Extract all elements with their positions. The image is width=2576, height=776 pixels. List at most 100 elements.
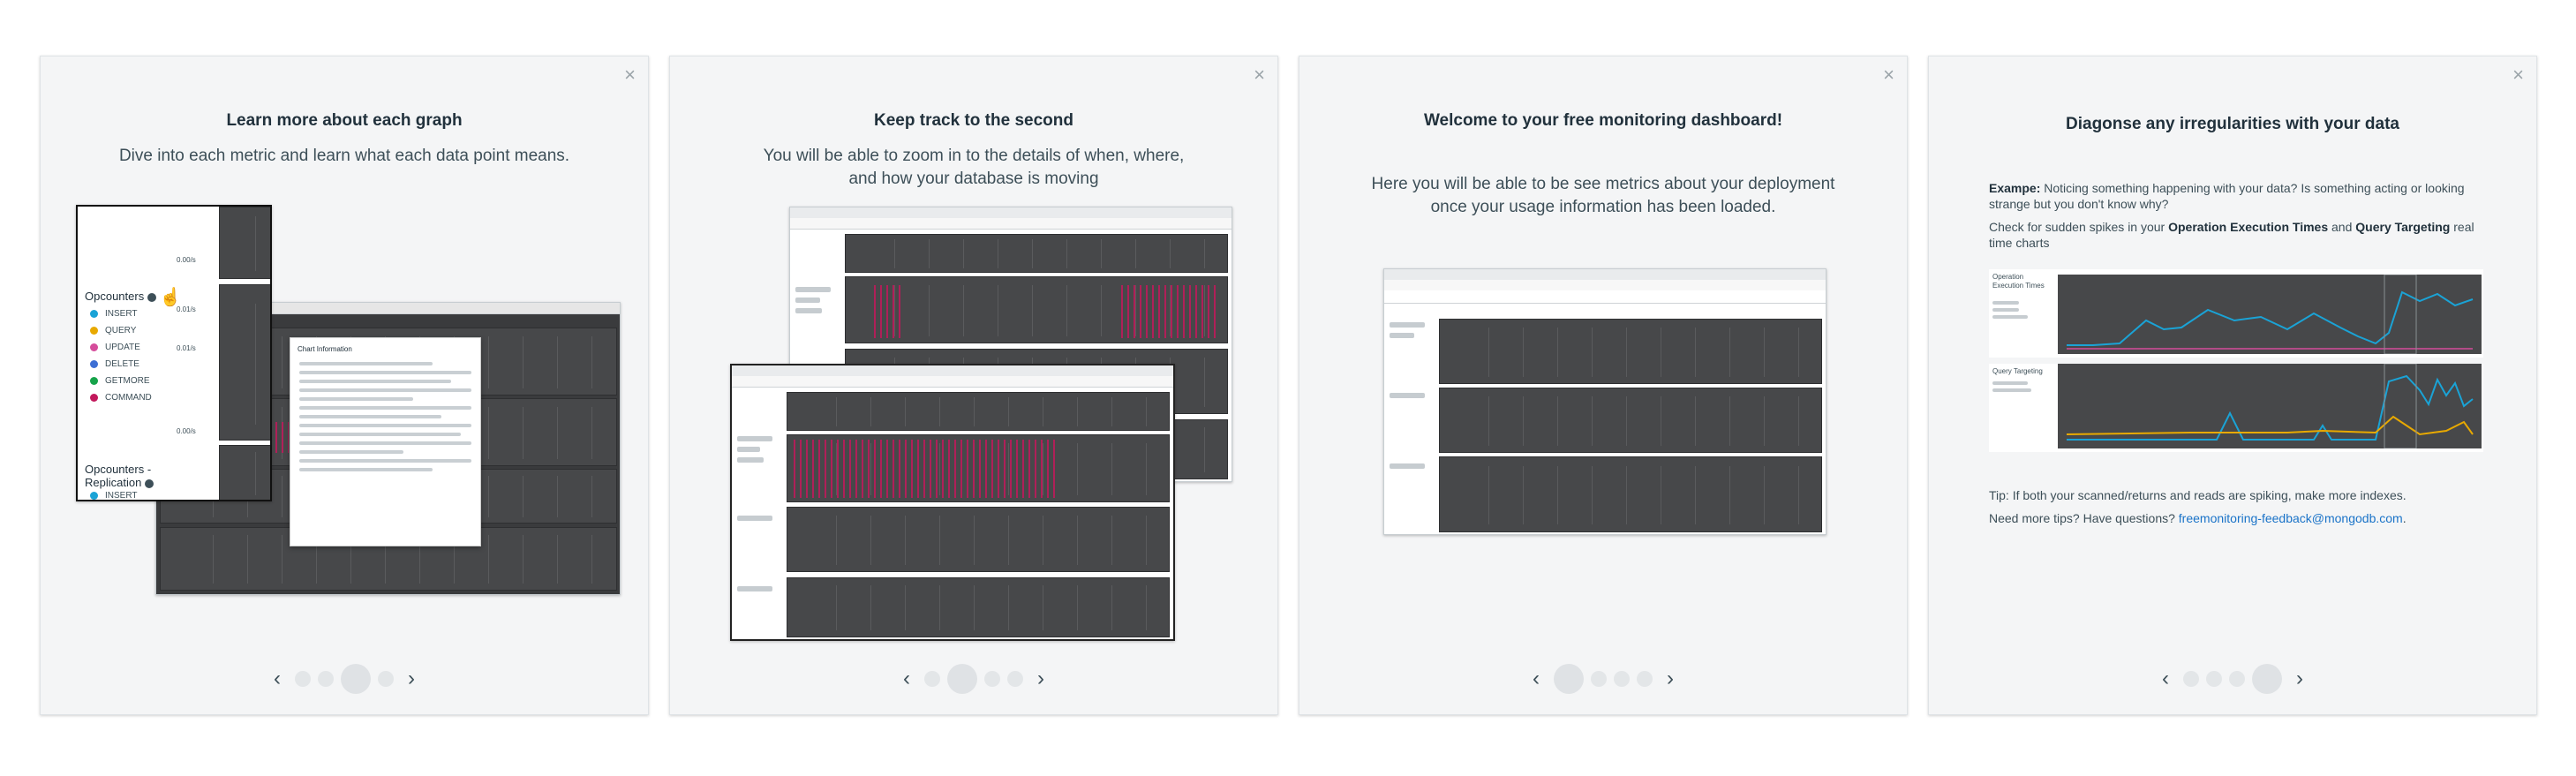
- pager-dot-active[interactable]: [341, 664, 371, 694]
- info-text-line: [299, 424, 471, 427]
- chevron-left-icon[interactable]: ‹: [267, 667, 288, 691]
- chart-panel: [1439, 388, 1822, 453]
- info-text-line: [299, 468, 433, 471]
- pager-dot-active[interactable]: [947, 664, 977, 694]
- legend-item: INSERT: [90, 305, 152, 322]
- info-text-line: [299, 397, 413, 401]
- pager-dot[interactable]: [984, 671, 1000, 687]
- legend-item: UPDATE: [90, 339, 152, 356]
- rate-label: 0.00/s: [177, 427, 196, 435]
- pager-dot[interactable]: [2183, 671, 2199, 687]
- chart-spikes: [874, 285, 900, 338]
- info-icon: [144, 478, 154, 488]
- legend-item: QUERY: [90, 322, 152, 339]
- address-bar: [790, 218, 1232, 230]
- info-icon: [147, 292, 156, 302]
- info-text-line: [299, 415, 442, 418]
- card-description: Here you will be able to be see metrics …: [1371, 175, 1835, 216]
- chart-area: [2058, 275, 2482, 354]
- card-description: Dive into each metric and learn what eac…: [118, 147, 570, 165]
- execution-times-chart: Operation Execution Times: [1989, 269, 2483, 358]
- sidebar-label: [1390, 463, 1425, 469]
- legend-item: [1992, 301, 2019, 305]
- zoomed-sidebar-screenshot: 0.00/s 0.01/s 0.01/s 0.00/s Opcounters ☝…: [76, 205, 272, 501]
- pager-dot[interactable]: [318, 671, 334, 687]
- pager-dot[interactable]: [2206, 671, 2222, 687]
- pager-dot-active[interactable]: [1554, 664, 1584, 694]
- sidebar-label: [737, 457, 764, 463]
- close-icon[interactable]: ×: [2512, 65, 2524, 85]
- pager-dot[interactable]: [1637, 671, 1653, 687]
- feedback-email-link[interactable]: freemonitoring-feedback@mongodb.com: [2179, 511, 2403, 525]
- pager-dot[interactable]: [2229, 671, 2245, 687]
- sidebar-label: [795, 308, 822, 313]
- chart-panel: [1439, 456, 1822, 532]
- onboarding-card-4: × Diagonse any irregularities with your …: [1928, 56, 2537, 715]
- query-targeting-chart: Query Targeting: [1989, 364, 2483, 452]
- pager-dot[interactable]: [924, 671, 940, 687]
- legend-dot-icon: [90, 326, 98, 335]
- address-bar: [732, 376, 1173, 388]
- legend-item: COMMAND: [90, 389, 152, 406]
- pager-dot-active[interactable]: [2252, 664, 2282, 694]
- close-icon[interactable]: ×: [624, 65, 636, 85]
- legend-dot-icon: [90, 359, 98, 368]
- legend-dot-icon: [90, 376, 98, 385]
- chevron-right-icon[interactable]: ›: [1030, 667, 1051, 691]
- info-text-line: [299, 388, 471, 392]
- info-text-line: [299, 433, 461, 436]
- sidebar-label: [737, 516, 772, 521]
- pager-dot[interactable]: [1591, 671, 1607, 687]
- dashboard-screenshot-front: [730, 364, 1175, 641]
- close-icon[interactable]: ×: [1883, 65, 1894, 85]
- chart-panel: [787, 392, 1170, 431]
- legend-item: INSERT: [90, 491, 138, 500]
- info-text-line: [299, 459, 471, 463]
- sidebar-label: [795, 298, 820, 303]
- legend-item: [1992, 388, 2031, 392]
- chart-information-panel: Chart Information: [290, 337, 481, 546]
- sidebar-label: [737, 586, 772, 591]
- pager-dot[interactable]: [378, 671, 394, 687]
- info-text-line: [299, 441, 471, 445]
- opcounters-legend: INSERT QUERY UPDATE DELETE GETMORE COMMA…: [90, 305, 152, 406]
- chart-panel: [1439, 319, 1822, 384]
- legend-item: GETMORE: [90, 373, 152, 389]
- chevron-right-icon[interactable]: ›: [401, 667, 422, 691]
- pager-dot[interactable]: [1007, 671, 1023, 687]
- carousel-pager: ‹ ›: [41, 661, 648, 697]
- sidebar-label: [737, 447, 760, 452]
- info-text-line: [299, 362, 433, 365]
- line-series: [2067, 275, 2474, 354]
- chart-panel: [787, 577, 1170, 637]
- pager-dot[interactable]: [1614, 671, 1630, 687]
- legend-item: [1992, 308, 2019, 312]
- rate-label: 0.00/s: [177, 256, 196, 264]
- chevron-right-icon[interactable]: ›: [2289, 667, 2310, 691]
- onboarding-card-3: × Welcome to your free monitoring dashbo…: [1299, 56, 1908, 715]
- card-title: Learn more about each graph: [226, 111, 463, 130]
- carousel-pager: ‹ ›: [1929, 661, 2536, 697]
- carousel-pager: ‹ ›: [670, 661, 1277, 697]
- rate-label: 0.01/s: [177, 344, 196, 352]
- chart-panel: [787, 507, 1170, 572]
- need-more-text: Need more tips? Have questions? freemoni…: [1989, 511, 2407, 525]
- chart-panel: [845, 234, 1228, 273]
- card-title: Welcome to your free monitoring dashboar…: [1423, 111, 1783, 130]
- onboarding-card-1: × Learn more about each graph Dive into …: [40, 56, 649, 715]
- chart-strip: [219, 284, 270, 441]
- sidebar-label: [1390, 322, 1425, 328]
- chevron-right-icon[interactable]: ›: [1660, 667, 1681, 691]
- legend-item: DELETE: [90, 356, 152, 373]
- pager-dot[interactable]: [295, 671, 311, 687]
- chart-strip: [219, 445, 270, 500]
- chart-spikes: [1121, 285, 1218, 338]
- chevron-left-icon[interactable]: ‹: [1525, 667, 1547, 691]
- chevron-left-icon[interactable]: ‹: [896, 667, 917, 691]
- chevron-left-icon[interactable]: ‹: [2155, 667, 2176, 691]
- line-series: [2066, 364, 2474, 448]
- pointer-hand-icon: ☝: [159, 288, 182, 307]
- info-text-line: [299, 380, 451, 383]
- chart-spikes: [794, 440, 1058, 498]
- close-icon[interactable]: ×: [1254, 65, 1265, 85]
